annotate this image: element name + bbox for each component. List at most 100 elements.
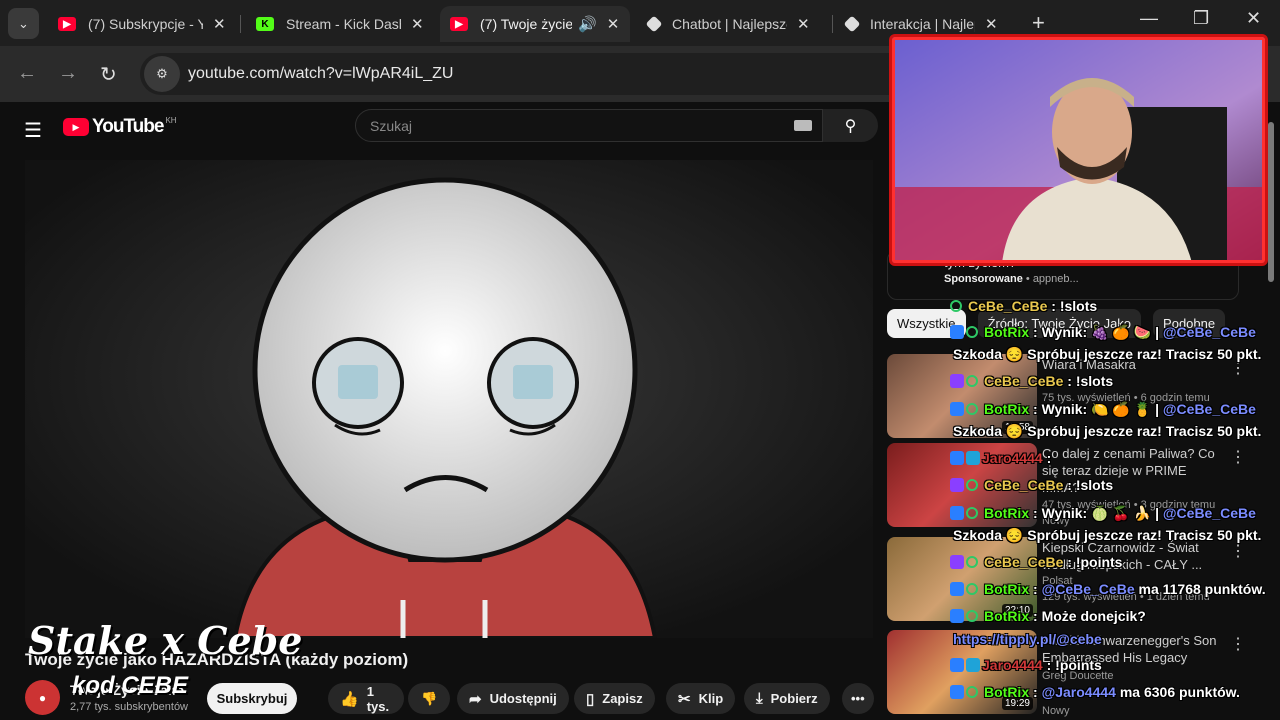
chat-message: Szkoda 😔 Spróbuj jeszcze raz! Tracisz 50…	[953, 423, 1261, 440]
chat-message: Szkoda 😔 Spróbuj jeszcze raz! Tracisz 50…	[953, 527, 1261, 544]
dislike-button[interactable]: 👎	[408, 683, 450, 714]
botrix-icon	[645, 15, 663, 33]
subscriber-count: 2,77 tys. subskrybentów	[70, 701, 189, 713]
search-icon: ⚲	[844, 117, 857, 135]
chat-message: BotRix : Wynik: 🍋 🍊 🍍 | @CeBe_CeBe	[950, 401, 1256, 418]
chat-text: Szkoda 😔 Spróbuj jeszcze raz! Tracisz 50…	[953, 527, 1262, 543]
subscribe-button[interactable]: Subskrybuj	[207, 683, 297, 714]
bot-badge-icon	[950, 609, 964, 623]
reload-button[interactable]: ↻	[100, 62, 117, 87]
download-icon: ⤓	[756, 690, 763, 707]
chat-message: BotRix : @CeBe_CeBe ma 11768 punktów.	[950, 581, 1266, 597]
chat-text: : Wynik:	[1033, 324, 1088, 340]
channel-avatar[interactable]: ●	[25, 680, 60, 715]
menu-icon[interactable]: ☰	[24, 118, 42, 143]
chat-text: : Wynik:	[1033, 401, 1088, 417]
sponsored-label: Sponsorowane	[944, 273, 1023, 285]
speaker-icon[interactable]: 🔊	[578, 15, 597, 33]
tab-kick-dashboard[interactable]: K Stream - Kick Dashboard ✕	[246, 6, 434, 42]
thumbs-down-icon: 👎	[421, 690, 438, 706]
share-button[interactable]: ➦ Udostępnij	[457, 683, 569, 714]
slot-result: 🍋 🍊 🍍	[1091, 401, 1152, 417]
chat-text: :	[1033, 684, 1038, 700]
verified-badge-icon	[966, 403, 978, 415]
ad-domain: appneb...	[1032, 273, 1079, 285]
bot-badge-icon	[950, 506, 964, 520]
download-button[interactable]: ⤓ Pobierz	[744, 683, 830, 714]
forward-button[interactable]: →	[58, 62, 78, 85]
clip-label: Klip	[698, 691, 724, 706]
webcam-feed	[892, 37, 1265, 263]
close-window-button[interactable]: ✕	[1246, 8, 1261, 29]
slot-result: 🍇 🍊 🍉	[1091, 324, 1152, 340]
bookmark-icon: ▯	[586, 690, 595, 708]
stake-overlay-logo: Stake x Cebe	[28, 618, 303, 663]
video-player[interactable]	[25, 160, 873, 638]
chat-text: : Wynik:	[1033, 505, 1088, 521]
chat-text: : !points	[1067, 554, 1123, 570]
chat-text: : !points	[1046, 657, 1102, 673]
restore-button[interactable]: ❐	[1193, 8, 1209, 29]
youtube-icon: ▶	[450, 17, 468, 31]
more-actions-button[interactable]: •••	[842, 683, 874, 714]
mic-badge-icon	[950, 555, 964, 569]
scrollbar-thumb[interactable]	[1268, 122, 1274, 282]
chat-mention: @CeBe_CeBe	[1162, 401, 1256, 417]
reload-icon: ↻	[100, 64, 117, 86]
chat-user: BotRix	[984, 324, 1030, 340]
chat-user: Jaro4444	[982, 450, 1043, 466]
tab-search-button[interactable]: ⌄	[8, 8, 39, 39]
chat-text: : !slots	[1051, 298, 1098, 314]
url-text[interactable]: youtube.com/watch?v=lWpAR4iL_ZU	[188, 65, 453, 83]
chat-message: Szkoda 😔 Spróbuj jeszcze raz! Tracisz 50…	[953, 346, 1261, 363]
close-icon[interactable]: ✕	[985, 15, 998, 33]
close-icon[interactable]: ✕	[411, 15, 424, 33]
mic-badge-icon	[950, 374, 964, 388]
search-button[interactable]: ⚲	[823, 109, 878, 142]
like-button[interactable]: 👍 1 tys.	[328, 683, 404, 714]
verified-badge-icon	[950, 300, 962, 312]
back-button[interactable]: ←	[17, 62, 37, 85]
region-code: KH	[165, 116, 177, 125]
chat-text: : Może donejcik?	[1033, 608, 1146, 624]
new-tab-button[interactable]: +	[1032, 10, 1045, 36]
chat-text: Szkoda 😔 Spróbuj jeszcze raz! Tracisz 50…	[953, 346, 1262, 362]
arrow-left-icon: ←	[17, 62, 37, 84]
plus-icon: +	[1032, 10, 1045, 35]
promo-code-overlay: kod CEBE	[72, 672, 189, 699]
keyboard-icon[interactable]	[794, 120, 812, 131]
botrix-icon	[843, 15, 861, 33]
bot-badge-icon	[950, 325, 964, 339]
close-icon[interactable]: ✕	[213, 15, 226, 33]
chat-message: Jaro4444 : !points	[950, 657, 1102, 673]
ad-label: Sponsorowane • appneb...	[944, 273, 1079, 285]
youtube-logo[interactable]: ▶ YouTube KH	[63, 116, 177, 138]
save-button[interactable]: ▯ Zapisz	[574, 683, 655, 714]
site-info-icon[interactable]: ⚙	[144, 56, 180, 92]
close-icon[interactable]: ✕	[607, 15, 620, 33]
chat-message: CeBe_CeBe : !slots	[950, 373, 1113, 389]
close-icon[interactable]: ✕	[797, 15, 810, 33]
minimize-button[interactable]: —	[1140, 8, 1158, 29]
bot-badge-icon	[950, 451, 964, 465]
chevron-down-icon: ⌄	[18, 15, 29, 31]
chat-user: CeBe_CeBe	[984, 554, 1064, 570]
search-input[interactable]: Szukaj	[355, 109, 823, 142]
verified-badge-icon	[966, 375, 978, 387]
chat-message: CeBe_CeBe : !slots	[950, 477, 1113, 493]
youtube-play-icon: ▶	[63, 118, 89, 136]
omnibox[interactable]: ⚙ youtube.com/watch?v=lWpAR4iL_ZU	[140, 53, 940, 95]
tab-chatbot[interactable]: Chatbot | Najlepsze ✕	[638, 6, 820, 42]
clip-button[interactable]: ✂ Klip	[666, 683, 736, 714]
tab-active-video[interactable]: ▶ (7) Twoje życie jako 🔊 ✕	[440, 6, 630, 42]
chat-user: CeBe_CeBe	[984, 373, 1064, 389]
bot-badge-icon	[950, 582, 964, 596]
chat-text: Szkoda 😔 Spróbuj jeszcze raz! Tracisz 50…	[953, 423, 1262, 439]
like-count: 1 tys.	[366, 683, 390, 714]
chat-message: BotRix : Może donejcik?	[950, 608, 1146, 624]
download-label: Pobierz	[770, 691, 818, 706]
chat-user: BotRix	[984, 684, 1030, 700]
chat-message: Jaro4444 :	[950, 450, 1051, 466]
tab-subscriptions[interactable]: ▶ (7) Subskrypcje - YouTube ✕	[48, 6, 236, 42]
donation-link[interactable]: https://tipply.pl/@cebe	[953, 631, 1102, 647]
